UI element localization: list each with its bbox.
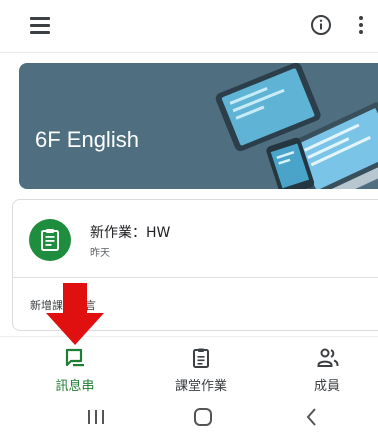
nav-tab-people[interactable]: 成員 xyxy=(264,337,378,399)
red-pointer-arrow-icon xyxy=(46,283,104,345)
card-divider xyxy=(13,277,378,278)
class-name: 6F English xyxy=(35,127,139,152)
hamburger-menu-icon[interactable] xyxy=(30,17,50,34)
home-icon[interactable] xyxy=(173,398,233,434)
recents-icon[interactable] xyxy=(66,398,126,434)
back-icon[interactable] xyxy=(282,398,342,434)
more-vert-icon[interactable] xyxy=(356,14,366,36)
nav-label-people: 成員 xyxy=(313,379,340,394)
nav-label-classwork: 課堂作業 xyxy=(174,379,227,394)
post-title[interactable]: 新作業：HW xyxy=(90,222,170,242)
post-avatar xyxy=(29,219,71,261)
class-banner[interactable]: 6F English xyxy=(19,63,378,189)
nav-tab-classwork[interactable]: 課堂作業 xyxy=(138,337,264,399)
stream-icon xyxy=(65,348,84,367)
classwork-icon xyxy=(193,348,209,368)
top-app-bar xyxy=(0,0,378,53)
system-navigation-bar xyxy=(0,398,378,434)
devices-illustration xyxy=(215,63,378,189)
info-circle-icon[interactable] xyxy=(310,14,332,36)
post-date: 昨天 xyxy=(90,248,110,259)
people-icon xyxy=(317,348,339,367)
nav-label-stream: 訊息串 xyxy=(55,379,95,394)
assignment-icon xyxy=(41,229,59,251)
